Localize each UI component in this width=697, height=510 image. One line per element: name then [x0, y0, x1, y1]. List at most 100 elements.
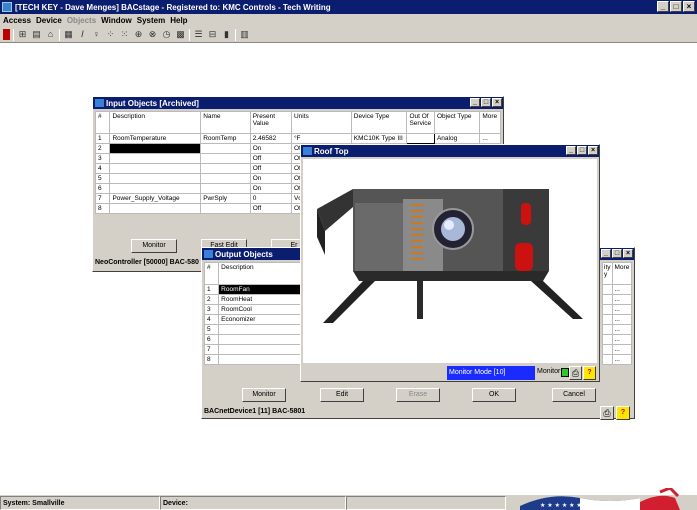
table-cell[interactable]: 0 — [249, 193, 292, 204]
table-cell[interactable] — [200, 183, 251, 194]
col-present-value[interactable]: Present Value — [249, 111, 292, 134]
table-row[interactable]: ... — [602, 294, 633, 305]
table-cell[interactable] — [602, 324, 613, 335]
network-icon[interactable]: ⊞ — [17, 29, 28, 40]
minimize-button[interactable]: _ — [657, 1, 669, 12]
table-cell[interactable]: RoomTemp — [200, 133, 251, 144]
help-button[interactable]: ? — [616, 406, 630, 420]
table-cell[interactable]: 1 — [94, 133, 111, 144]
table-cell[interactable] — [218, 334, 302, 345]
schedule-icon[interactable]: ⊗ — [147, 29, 158, 40]
close-button[interactable]: × — [623, 249, 633, 258]
maximize-button[interactable]: □ — [577, 146, 587, 155]
table-cell[interactable] — [109, 143, 202, 154]
table-cell[interactable]: 4 — [203, 314, 220, 325]
table-icon[interactable]: ▦ — [63, 29, 74, 40]
menu-objects[interactable]: Objects — [67, 16, 96, 25]
table-cell[interactable]: PwrSply — [200, 193, 251, 204]
table-cell[interactable]: KMC10K Type III — [350, 133, 408, 144]
table-row[interactable]: ... — [602, 324, 633, 335]
table-row[interactable]: ... — [602, 304, 633, 315]
table-row[interactable]: 3 RoomCool — [203, 304, 302, 315]
table-row[interactable]: 4 Economizer — [203, 314, 302, 325]
table-cell[interactable]: 2 — [94, 143, 111, 154]
print-button[interactable]: ⎙ — [569, 366, 582, 380]
menu-system[interactable]: System — [137, 16, 165, 25]
more-cell[interactable]: ... — [611, 304, 633, 315]
table-row[interactable]: ... — [602, 334, 633, 345]
col-object-type[interactable]: Object Type — [433, 111, 481, 134]
table-cell[interactable] — [602, 314, 613, 325]
table-cell[interactable]: RoomHeat — [218, 294, 302, 305]
table-cell[interactable]: 8 — [203, 354, 220, 365]
table-cell[interactable]: 2.46582 — [249, 133, 292, 144]
col-more[interactable]: More — [479, 111, 501, 134]
table-row[interactable]: 8 — [203, 354, 302, 365]
table-cell[interactable]: Analog — [433, 133, 481, 144]
menu-window[interactable]: Window — [101, 16, 132, 25]
table-row[interactable]: ... — [602, 354, 633, 365]
table-cell[interactable] — [200, 173, 251, 184]
table-cell[interactable]: RoomCool — [218, 304, 302, 315]
maximize-button[interactable]: □ — [612, 249, 622, 258]
table-cell[interactable] — [218, 354, 302, 365]
table-row[interactable]: ... — [602, 344, 633, 355]
exit-icon[interactable] — [3, 29, 10, 40]
table-cell[interactable]: Off — [249, 203, 292, 214]
minimize-button[interactable]: _ — [566, 146, 576, 155]
col-description[interactable]: Description — [109, 111, 202, 134]
device-icon[interactable]: ▤ — [31, 29, 42, 40]
minimize-button[interactable]: _ — [470, 98, 480, 107]
table-row[interactable]: 7 — [203, 344, 302, 355]
table-cell[interactable]: 3 — [203, 304, 220, 315]
table-cell[interactable] — [109, 173, 202, 184]
cancel-button[interactable]: Cancel — [552, 388, 596, 402]
menu-access[interactable]: Access — [3, 16, 31, 25]
table-row[interactable]: ... — [602, 284, 633, 295]
table-cell[interactable] — [200, 153, 251, 164]
table-row[interactable]: 5 — [203, 324, 302, 335]
calculator-icon[interactable]: ▥ — [239, 29, 250, 40]
col-number[interactable]: # — [94, 111, 111, 134]
monitor-button[interactable]: Monitor — [131, 239, 177, 253]
table-cell[interactable] — [602, 344, 613, 355]
table-cell[interactable] — [602, 284, 613, 295]
ok-button[interactable]: OK — [472, 388, 516, 402]
home-icon[interactable]: ⌂ — [45, 29, 56, 40]
table-cell[interactable]: On — [249, 183, 292, 194]
col-units[interactable]: Units — [290, 111, 352, 134]
table-cell[interactable]: RoomFan — [218, 284, 302, 295]
close-button[interactable]: × — [492, 98, 502, 107]
table-cell[interactable] — [602, 294, 613, 305]
maximize-button[interactable]: □ — [481, 98, 491, 107]
edit-button[interactable]: Edit — [320, 388, 364, 402]
table-row[interactable]: 2 RoomHeat — [203, 294, 302, 305]
more-cell[interactable]: ... — [611, 314, 633, 325]
bulb-icon[interactable]: ♀ — [91, 29, 102, 40]
more-cell[interactable]: ... — [611, 324, 633, 335]
table-cell[interactable] — [602, 304, 613, 315]
table-cell[interactable]: Economizer — [218, 314, 302, 325]
table-cell[interactable] — [218, 324, 302, 335]
col-device-type[interactable]: Device Type — [350, 111, 408, 134]
col-description[interactable]: Description — [218, 262, 302, 285]
more-cell[interactable]: ... — [611, 334, 633, 345]
more-cell[interactable]: ... — [611, 354, 633, 365]
more-cell[interactable]: ... — [611, 284, 633, 295]
table-cell[interactable] — [200, 203, 251, 214]
minimize-button[interactable]: _ — [601, 249, 611, 258]
erase-button[interactable]: Erase — [396, 388, 440, 402]
book-icon[interactable]: ▮ — [221, 29, 232, 40]
table-cell[interactable]: On — [249, 173, 292, 184]
table-row[interactable]: 6 — [203, 334, 302, 345]
table-row[interactable]: 1 RoomTemperature RoomTemp 2.46582 °F KMC10K … — [94, 133, 501, 144]
table-cell[interactable]: 6 — [203, 334, 220, 345]
table-cell[interactable]: 1 — [203, 284, 220, 295]
table-cell[interactable] — [602, 354, 613, 365]
table-cell[interactable]: RoomTemperature — [109, 133, 202, 144]
table-cell[interactable] — [109, 183, 202, 194]
table-cell[interactable]: 7 — [94, 193, 111, 204]
col-out-of-service[interactable]: Out Of Service — [406, 111, 435, 134]
table-cell[interactable]: 6 — [94, 183, 111, 194]
menu-device[interactable]: Device — [36, 16, 62, 25]
